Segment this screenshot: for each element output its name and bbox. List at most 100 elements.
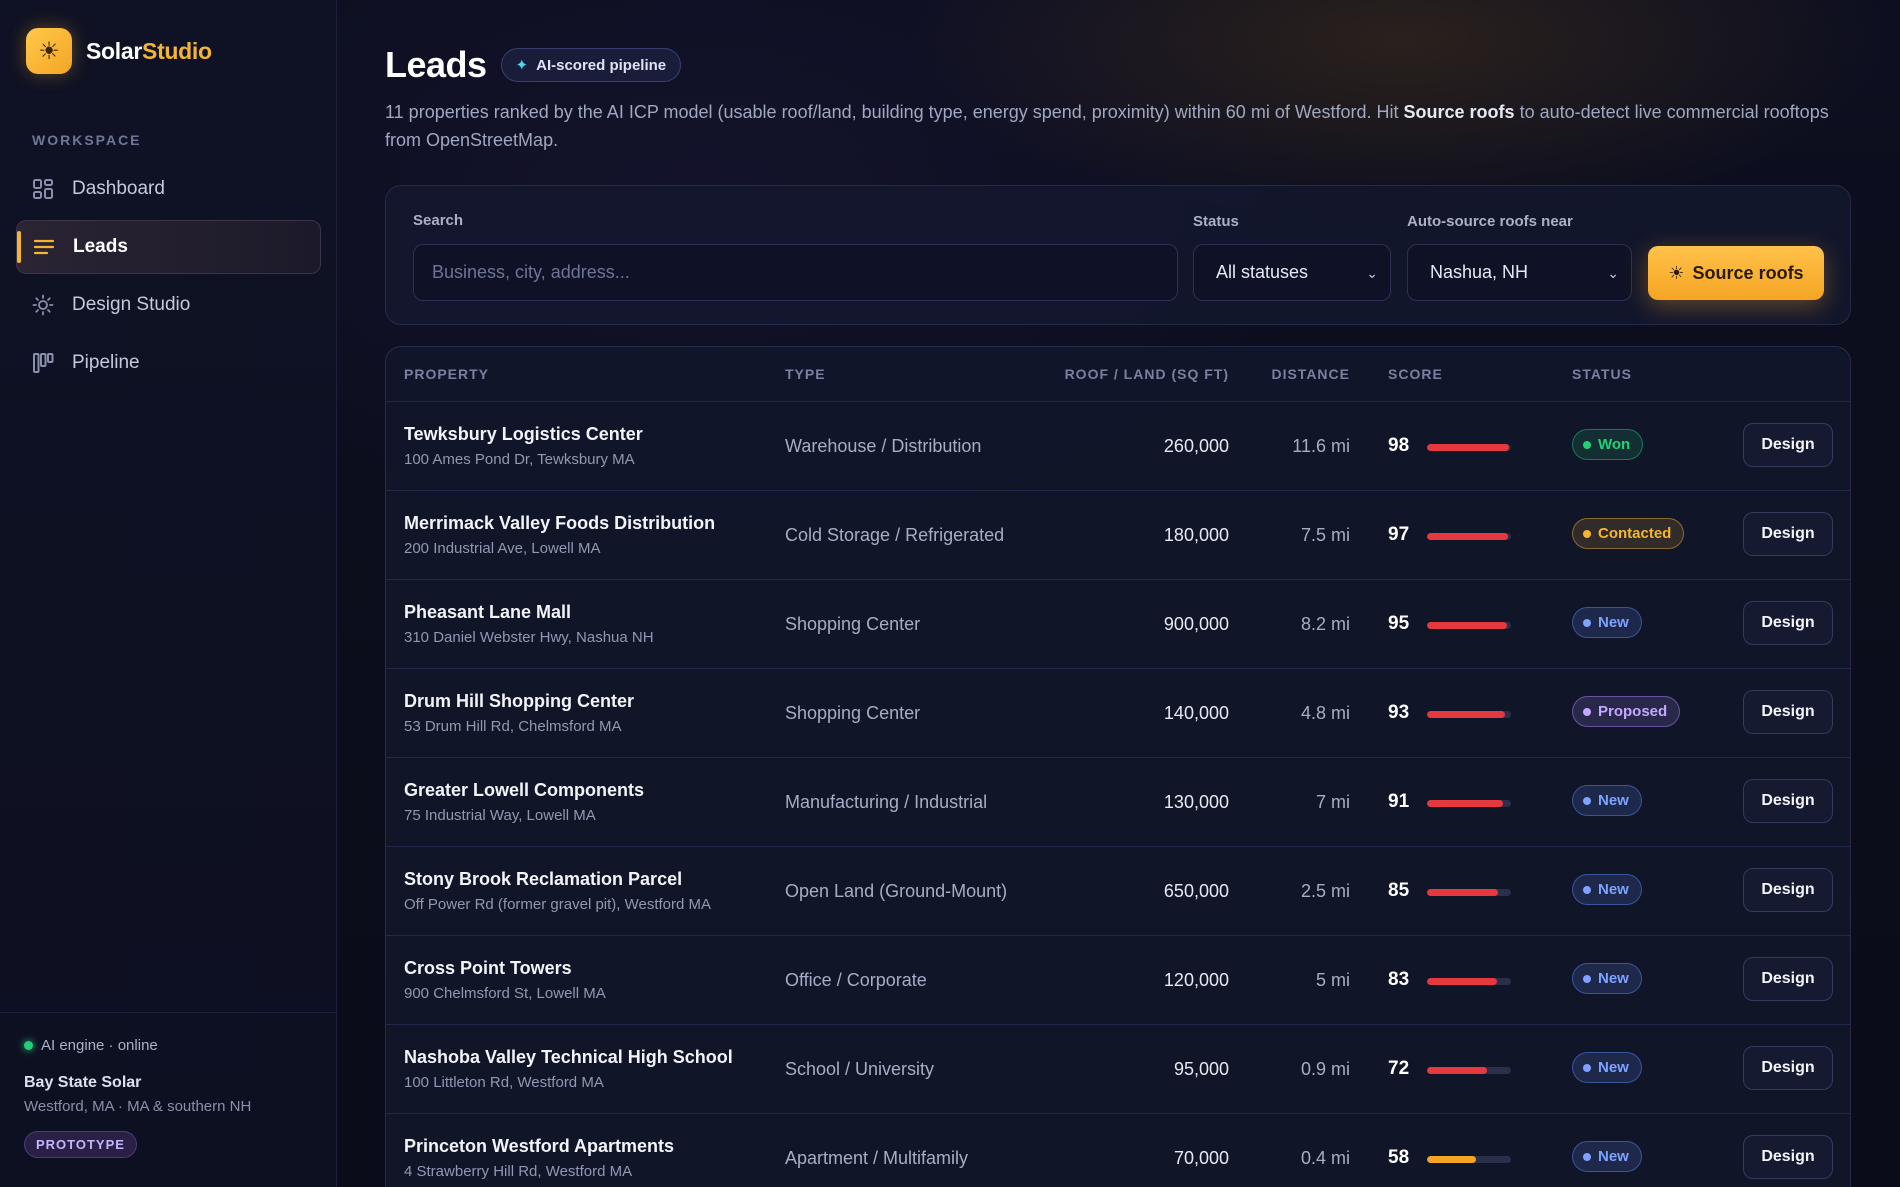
engine-status-label: AI engine · online <box>41 1037 158 1054</box>
property-type: School / University <box>785 1059 935 1079</box>
status-dot-icon <box>24 1041 33 1050</box>
status-badge: New <box>1572 1052 1642 1083</box>
sidebar-item-leads[interactable]: Leads <box>16 220 321 274</box>
sidebar-item-dashboard[interactable]: Dashboard <box>16 162 321 216</box>
design-button[interactable]: Design <box>1743 1135 1833 1179</box>
table-row[interactable]: Merrimack Valley Foods Distribution 200 … <box>386 491 1850 580</box>
table-row[interactable]: Cross Point Towers 900 Chelmsford St, Lo… <box>386 936 1850 1025</box>
status-dot-icon <box>1583 707 1591 716</box>
score-value: 85 <box>1388 880 1410 901</box>
table-row[interactable]: Princeton Westford Apartments 4 Strawber… <box>386 1114 1850 1187</box>
table-row[interactable]: Drum Hill Shopping Center 53 Drum Hill R… <box>386 669 1850 758</box>
design-button[interactable]: Design <box>1743 512 1833 556</box>
source-location-value: Nashua, NH <box>1430 262 1529 282</box>
table-header: PROPERTY TYPE ROOF / LAND (SQ FT) DISTAN… <box>386 347 1850 402</box>
roof-area: 900,000 <box>1163 614 1229 634</box>
list-icon <box>33 236 55 258</box>
column-header-type[interactable]: TYPE <box>785 366 826 382</box>
status-label: Won <box>1598 436 1631 453</box>
property-name: Merrimack Valley Foods Distribution <box>404 513 716 533</box>
distance: 7.5 mi <box>1300 525 1350 545</box>
status-label: New <box>1598 614 1629 631</box>
distance: 0.4 mi <box>1300 1148 1350 1168</box>
score-bar-fill <box>1427 978 1497 985</box>
column-header-distance[interactable]: DISTANCE <box>1271 366 1350 382</box>
chevron-down-icon: ⌄ <box>1607 265 1619 281</box>
status-label: New <box>1598 970 1629 987</box>
sparkle-icon: ✦ <box>515 57 529 74</box>
column-header-status[interactable]: STATUS <box>1572 366 1632 382</box>
sidebar-item-label: Dashboard <box>72 178 165 199</box>
distance: 8.2 mi <box>1300 614 1350 634</box>
score-bar <box>1427 711 1511 718</box>
sidebar-nav: Dashboard Leads Design Studio Pipeline <box>16 162 321 394</box>
design-button[interactable]: Design <box>1743 868 1833 912</box>
distance: 2.5 mi <box>1300 881 1350 901</box>
distance: 0.9 mi <box>1300 1059 1350 1079</box>
sidebar-item-label: Design Studio <box>72 294 191 315</box>
design-button[interactable]: Design <box>1743 1046 1833 1090</box>
leads-table: PROPERTY TYPE ROOF / LAND (SQ FT) DISTAN… <box>385 346 1851 1187</box>
column-header-area[interactable]: ROOF / LAND (SQ FT) <box>1065 366 1229 382</box>
status-label: New <box>1598 1059 1629 1076</box>
score-bar-fill <box>1427 1067 1488 1074</box>
status-label: New <box>1598 1148 1629 1165</box>
property-name: Greater Lowell Components <box>404 780 645 800</box>
brand[interactable]: ☀ SolarStudio <box>26 28 212 74</box>
status-badge: New <box>1572 785 1642 816</box>
table-row[interactable]: Pheasant Lane Mall 310 Daniel Webster Hw… <box>386 580 1850 669</box>
title-row: Leads ✦ AI-scored pipeline <box>385 44 682 86</box>
score-value: 58 <box>1388 1147 1410 1168</box>
design-button[interactable]: Design <box>1743 423 1833 467</box>
workspace-label: WORKSPACE <box>32 132 142 148</box>
ai-pipeline-badge: ✦ AI-scored pipeline <box>500 48 682 82</box>
property-type: Open Land (Ground-Mount) <box>785 881 1008 901</box>
property-name: Tewksbury Logistics Center <box>404 424 643 444</box>
score-value: 91 <box>1388 791 1410 812</box>
design-button[interactable]: Design <box>1743 957 1833 1001</box>
score-bar-fill <box>1427 533 1509 540</box>
sidebar-item-label: Pipeline <box>72 352 140 373</box>
property-address: 75 Industrial Way, Lowell MA <box>404 807 596 824</box>
roof-area: 650,000 <box>1163 881 1229 901</box>
sidebar-item-pipeline[interactable]: Pipeline <box>16 336 321 390</box>
status-dot-icon <box>1583 1063 1591 1072</box>
distance: 4.8 mi <box>1300 703 1350 723</box>
property-type: Office / Corporate <box>785 970 927 990</box>
property-name: Nashoba Valley Technical High School <box>404 1047 733 1067</box>
roof-area: 120,000 <box>1163 970 1229 990</box>
design-button[interactable]: Design <box>1743 690 1833 734</box>
company-location: Westford, MA · MA & southern NH <box>24 1098 252 1115</box>
table-row[interactable]: Nashoba Valley Technical High School 100… <box>386 1025 1850 1114</box>
status-dot-icon <box>1583 796 1591 805</box>
column-header-property[interactable]: PROPERTY <box>404 366 489 382</box>
column-header-score[interactable]: SCORE <box>1388 366 1443 382</box>
prototype-badge: PROTOTYPE <box>24 1131 137 1158</box>
score-value: 83 <box>1388 969 1410 990</box>
property-name: Stony Brook Reclamation Parcel <box>404 869 683 889</box>
distance: 5 mi <box>1315 970 1350 990</box>
table-row[interactable]: Greater Lowell Components 75 Industrial … <box>386 758 1850 847</box>
score-bar <box>1427 444 1511 451</box>
status-badge: New <box>1572 963 1642 994</box>
table-row[interactable]: Tewksbury Logistics Center 100 Ames Pond… <box>386 402 1850 491</box>
roof-area: 130,000 <box>1163 792 1229 812</box>
page-title: Leads <box>385 44 487 85</box>
design-button[interactable]: Design <box>1743 779 1833 823</box>
sidebar-footer: AI engine · online Bay State Solar Westf… <box>0 1012 337 1182</box>
engine-status: AI engine · online <box>24 1037 313 1054</box>
status-select[interactable]: All statuses ⌄ <box>1193 244 1391 301</box>
source-location-select[interactable]: Nashua, NH ⌄ <box>1407 244 1632 301</box>
score-bar-fill <box>1427 889 1499 896</box>
table-row[interactable]: Stony Brook Reclamation Parcel Off Power… <box>386 847 1850 936</box>
source-roofs-button[interactable]: ☀ Source roofs <box>1648 246 1824 300</box>
design-button[interactable]: Design <box>1743 601 1833 645</box>
search-input[interactable] <box>413 244 1178 301</box>
sidebar-item-design-studio[interactable]: Design Studio <box>16 278 321 332</box>
grid-icon <box>32 178 54 200</box>
table-body: Tewksbury Logistics Center 100 Ames Pond… <box>386 402 1850 1187</box>
score-value: 95 <box>1388 613 1410 634</box>
status-badge: New <box>1572 607 1642 638</box>
sun-icon <box>32 294 54 316</box>
score-bar-fill <box>1427 711 1506 718</box>
